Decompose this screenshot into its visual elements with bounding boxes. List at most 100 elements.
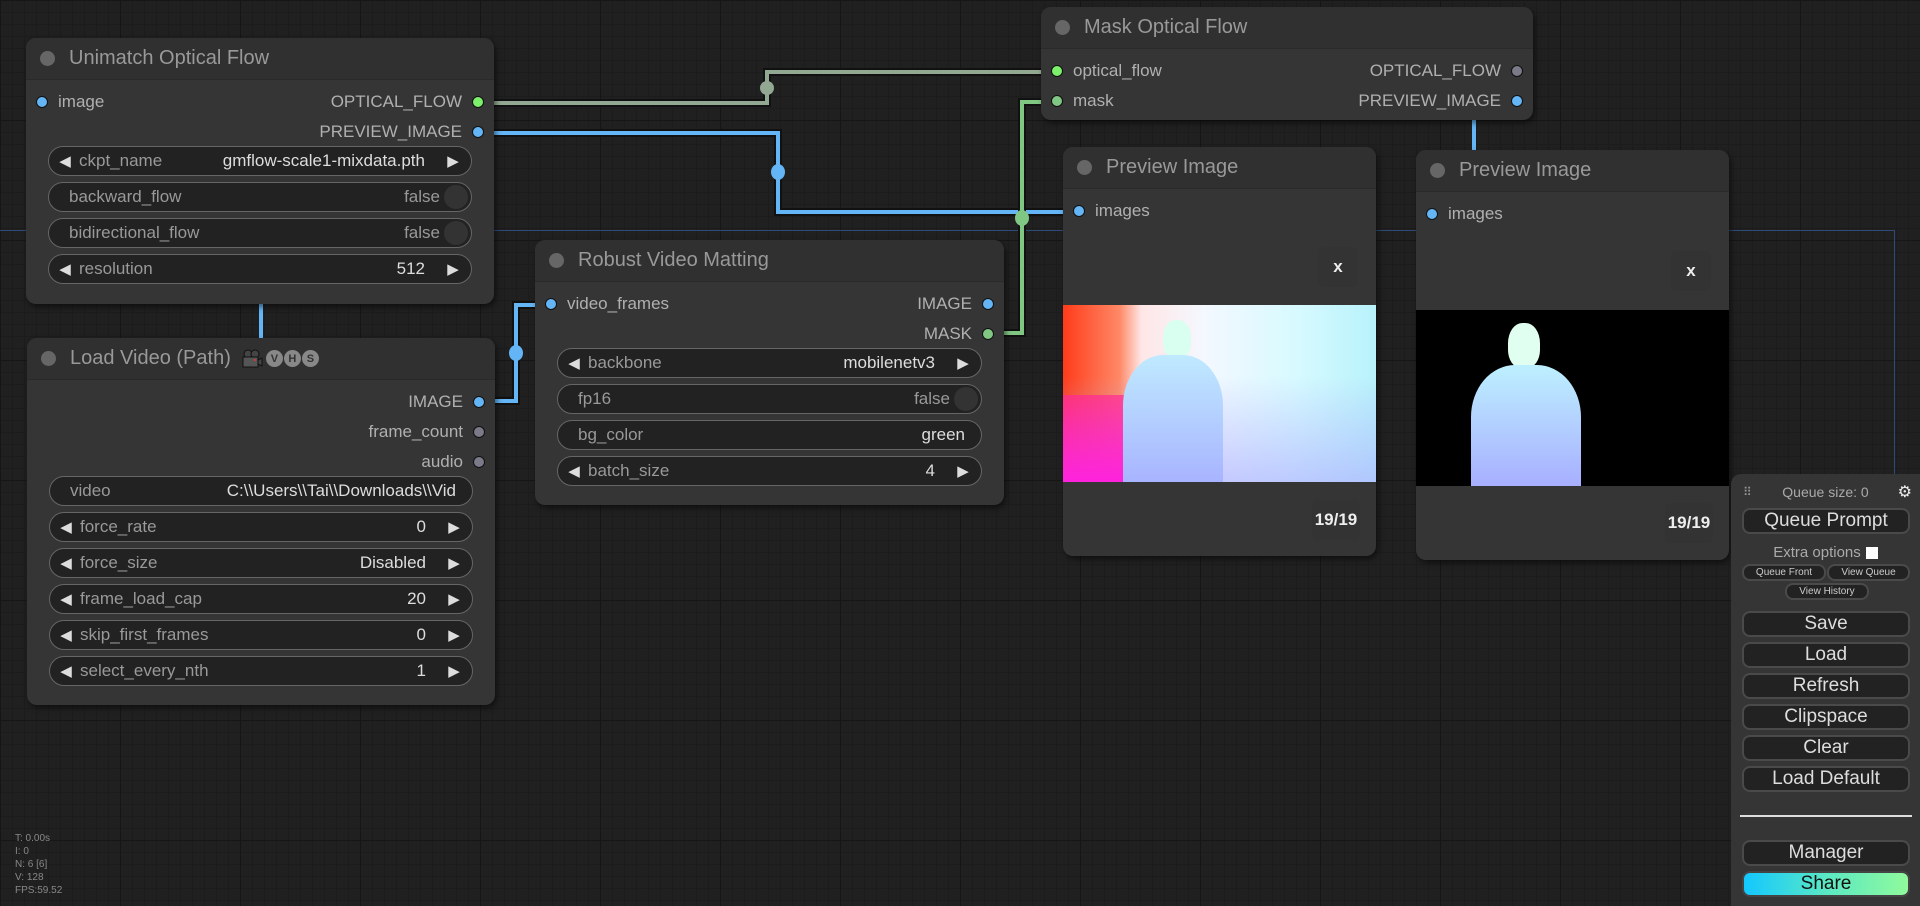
slot-dot-icon[interactable] [36, 96, 48, 108]
clear-button[interactable]: Clear [1742, 735, 1910, 761]
slot-dot-icon[interactable] [982, 298, 994, 310]
input-slot-mask[interactable]: mask [1051, 91, 1114, 111]
node-preview-image-1[interactable]: Preview Image images x 19/19 [1063, 147, 1376, 556]
output-slot-image[interactable]: IMAGE [917, 294, 994, 314]
increment-arrow-icon[interactable]: ▶ [444, 554, 464, 572]
widget-resolution[interactable]: ◀ resolution 512 ▶ [48, 254, 472, 284]
collapse-dot-icon[interactable] [1055, 20, 1070, 35]
view-history-button[interactable]: View History [1785, 583, 1869, 600]
widget-ckpt-name[interactable]: ◀ ckpt_name gmflow-scale1-mixdata.pth ▶ [48, 146, 472, 176]
decrement-arrow-icon[interactable]: ◀ [56, 662, 76, 680]
widget-frame-load-cap[interactable]: ◀ frame_load_cap 20 ▶ [49, 584, 473, 614]
load-default-button[interactable]: Load Default [1742, 766, 1910, 792]
increment-arrow-icon[interactable]: ▶ [443, 260, 463, 278]
node-title-bar[interactable]: Load Video (Path) V H S [27, 338, 495, 380]
widget-force-rate[interactable]: ◀ force_rate 0 ▶ [49, 512, 473, 542]
link-preview-image-line[interactable] [486, 131, 1077, 214]
input-slot-video-frames[interactable]: video_frames [545, 294, 669, 314]
decrement-arrow-icon[interactable]: ◀ [564, 354, 584, 372]
gear-icon[interactable]: ⚙ [1898, 482, 1912, 502]
link-mask-midpoint[interactable] [1015, 210, 1029, 226]
slot-dot-icon[interactable] [473, 426, 485, 438]
collapse-dot-icon[interactable] [40, 51, 55, 66]
node-title-bar[interactable]: Mask Optical Flow [1041, 7, 1533, 49]
refresh-button[interactable]: Refresh [1742, 673, 1910, 699]
link-optical-flow-line[interactable] [486, 70, 1054, 105]
widget-backbone[interactable]: ◀ backbone mobilenetv3 ▶ [557, 348, 982, 378]
widget-skip-first-frames[interactable]: ◀ skip_first_frames 0 ▶ [49, 620, 473, 650]
widget-value[interactable]: 1 [417, 661, 426, 681]
toggle-icon[interactable] [444, 221, 468, 245]
toggle-icon[interactable] [444, 185, 468, 209]
load-button[interactable]: Load [1742, 642, 1910, 668]
view-queue-button[interactable]: View Queue [1827, 564, 1910, 581]
widget-value[interactable]: 20 [407, 589, 426, 609]
slot-dot-icon[interactable] [982, 328, 994, 340]
decrement-arrow-icon[interactable]: ◀ [56, 518, 76, 536]
widget-select-every-nth[interactable]: ◀ select_every_nth 1 ▶ [49, 656, 473, 686]
link-optical-flow[interactable] [486, 68, 1054, 107]
output-slot-frame-count[interactable]: frame_count [369, 422, 485, 442]
node-mask-optical-flow[interactable]: Mask Optical Flow optical_flow OPTICAL_F… [1041, 7, 1533, 120]
decrement-arrow-icon[interactable]: ◀ [56, 626, 76, 644]
link-preview-image[interactable] [486, 129, 1077, 216]
queue-prompt-button[interactable]: Queue Prompt [1742, 508, 1910, 534]
input-slot-images[interactable]: images [1426, 204, 1503, 224]
manager-button[interactable]: Manager [1742, 840, 1910, 866]
node-title-bar[interactable]: Preview Image [1416, 150, 1729, 192]
close-preview-button[interactable]: x [1318, 247, 1358, 287]
decrement-arrow-icon[interactable]: ◀ [55, 260, 75, 278]
optical-flow-preview-image[interactable] [1063, 305, 1376, 482]
node-unimatch-optical-flow[interactable]: Unimatch Optical Flow image OPTICAL_FLOW… [26, 38, 494, 304]
output-slot-audio[interactable]: audio [421, 452, 485, 472]
decrement-arrow-icon[interactable]: ◀ [55, 152, 75, 170]
node-title-bar[interactable]: Robust Video Matting [535, 240, 1004, 282]
slot-dot-icon[interactable] [1051, 65, 1063, 77]
slot-dot-icon[interactable] [1426, 208, 1438, 220]
slot-dot-icon[interactable] [1511, 65, 1523, 77]
node-load-video-path[interactable]: Load Video (Path) V H S IMAGE frame_coun… [27, 338, 495, 705]
link-optical-flow-midpoint[interactable] [760, 81, 774, 95]
link-preview-image-midpoint[interactable] [771, 164, 785, 180]
collapse-dot-icon[interactable] [41, 351, 56, 366]
collapse-dot-icon[interactable] [549, 253, 564, 268]
collapse-dot-icon[interactable] [1077, 160, 1092, 175]
slot-dot-icon[interactable] [472, 126, 484, 138]
widget-value[interactable]: 512 [397, 259, 425, 279]
node-title-bar[interactable]: Unimatch Optical Flow [26, 38, 494, 80]
input-slot-image[interactable]: image [36, 92, 104, 112]
node-title-bar[interactable]: Preview Image [1063, 147, 1376, 189]
widget-value[interactable]: Disabled [360, 553, 426, 573]
widget-value[interactable]: C:\\Users\\Tai\\Downloads\\Vid [227, 481, 456, 501]
output-slot-preview-image[interactable]: PREVIEW_IMAGE [319, 122, 484, 142]
widget-batch-size[interactable]: ◀ batch_size 4 ▶ [557, 456, 982, 486]
slot-dot-icon[interactable] [545, 298, 557, 310]
save-button[interactable]: Save [1742, 611, 1910, 637]
widget-fp16[interactable]: fp16 false [557, 384, 982, 414]
output-slot-preview-image[interactable]: PREVIEW_IMAGE [1358, 91, 1523, 111]
decrement-arrow-icon[interactable]: ◀ [56, 590, 76, 608]
collapse-dot-icon[interactable] [1430, 163, 1445, 178]
widget-value[interactable]: mobilenetv3 [843, 353, 935, 373]
decrement-arrow-icon[interactable]: ◀ [564, 462, 584, 480]
widget-value[interactable]: 0 [417, 625, 426, 645]
slot-dot-icon[interactable] [1511, 95, 1523, 107]
masked-flow-preview-image[interactable] [1416, 310, 1729, 486]
input-slot-optical-flow[interactable]: optical_flow [1051, 61, 1162, 81]
link-mask-line[interactable] [997, 100, 1054, 335]
slot-dot-icon[interactable] [1073, 205, 1085, 217]
output-slot-optical-flow[interactable]: OPTICAL_FLOW [1370, 61, 1523, 81]
increment-arrow-icon[interactable]: ▶ [953, 462, 973, 480]
increment-arrow-icon[interactable]: ▶ [444, 626, 464, 644]
widget-bg-color[interactable]: bg_color green [557, 420, 982, 450]
close-preview-button[interactable]: x [1671, 251, 1711, 291]
slot-dot-icon[interactable] [1051, 95, 1063, 107]
widget-value[interactable]: gmflow-scale1-mixdata.pth [223, 151, 425, 171]
widget-value[interactable]: 0 [417, 517, 426, 537]
link-mask[interactable] [997, 98, 1054, 337]
node-preview-image-2[interactable]: Preview Image images x 19/19 [1416, 150, 1729, 560]
node-robust-video-matting[interactable]: Robust Video Matting video_frames IMAGE … [535, 240, 1004, 505]
output-slot-mask[interactable]: MASK [924, 324, 994, 344]
increment-arrow-icon[interactable]: ▶ [443, 152, 463, 170]
extra-options-checkbox[interactable] [1865, 546, 1878, 559]
